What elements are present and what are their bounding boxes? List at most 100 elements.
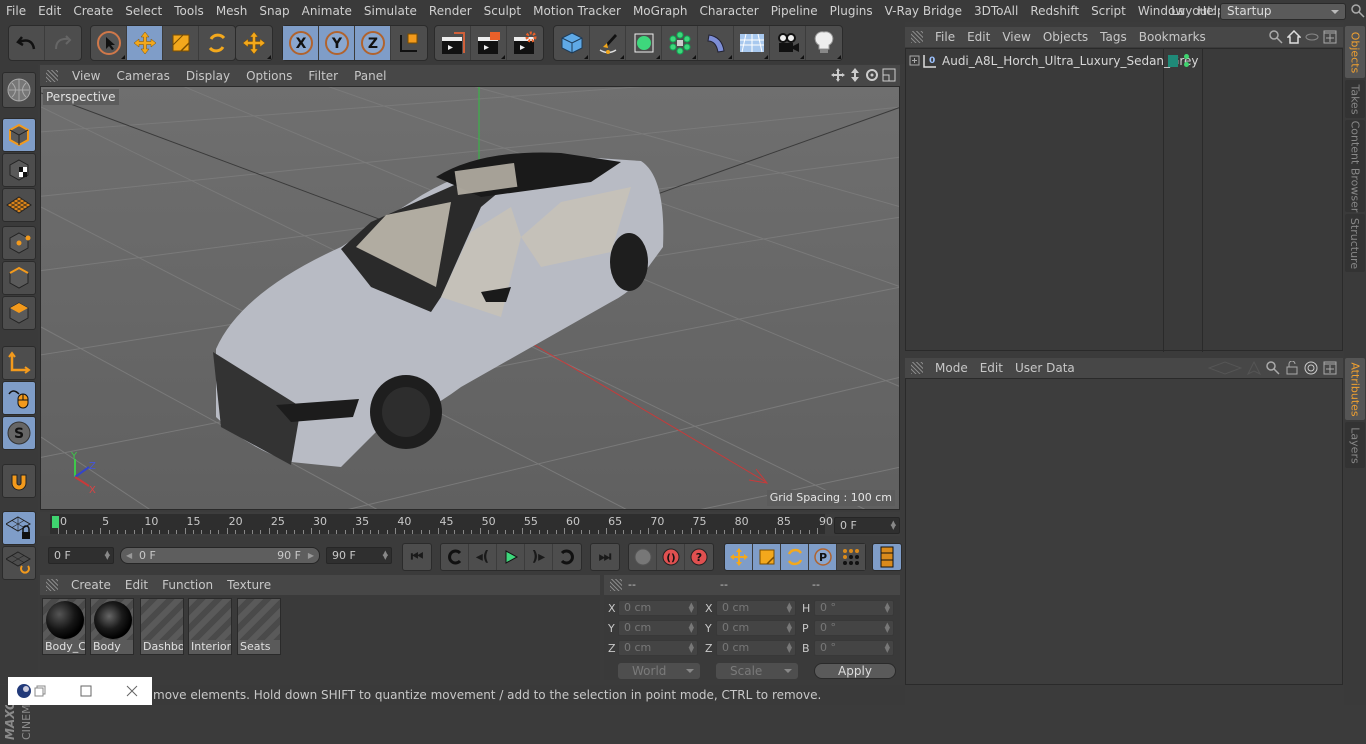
tweak-mode-button[interactable] <box>2 381 36 415</box>
live-selection-button[interactable] <box>91 26 127 60</box>
menu-pipeline[interactable]: Pipeline <box>765 4 824 18</box>
restore-icon[interactable] <box>34 685 46 697</box>
tab-attributes[interactable]: Attributes <box>1345 358 1365 420</box>
layer-color-swatch[interactable] <box>1168 55 1178 67</box>
menu-sculpt[interactable]: Sculpt <box>478 4 527 18</box>
render-visibility-dot[interactable] <box>1184 62 1189 67</box>
autokey-button[interactable]: () <box>657 544 685 570</box>
workplane-align-button[interactable] <box>2 546 36 580</box>
back-icon[interactable] <box>1208 361 1242 375</box>
next-key-button[interactable] <box>553 544 581 570</box>
material-swatch[interactable]: Body <box>90 598 134 655</box>
size-z-field[interactable]: 0 cm ▲ ▼ <box>716 640 796 656</box>
menu-file[interactable]: File <box>0 4 32 18</box>
camera-button[interactable] <box>770 26 806 60</box>
new-panel-icon[interactable] <box>1323 361 1337 375</box>
menu-character[interactable]: Character <box>693 4 764 18</box>
editor-visibility-dot[interactable] <box>1184 54 1189 59</box>
object-menu-file[interactable]: File <box>929 30 961 44</box>
target-icon[interactable] <box>1304 361 1318 375</box>
key-parameter-button[interactable]: P <box>809 544 837 570</box>
tab-objects[interactable]: Objects <box>1345 26 1365 78</box>
scale-tool-button[interactable] <box>163 26 199 60</box>
texture-mode-button[interactable] <box>2 153 36 187</box>
rotation-p-field[interactable]: 0 ° ▲ ▼ <box>814 620 894 636</box>
search-icon[interactable] <box>1266 361 1280 375</box>
goto-start-button[interactable]: ⏮ <box>403 544 431 570</box>
new-panel-icon[interactable] <box>1323 30 1337 44</box>
menu-simulate[interactable]: Simulate <box>358 4 423 18</box>
object-name[interactable]: Audi_A8L_Horch_Ultra_Luxury_Sedan_Grey <box>942 54 1199 68</box>
rotation-h-field[interactable]: 0 ° ▲ ▼ <box>814 600 894 616</box>
move-tool-button[interactable] <box>127 26 163 60</box>
object-menu-view[interactable]: View <box>996 30 1036 44</box>
object-menu-tags[interactable]: Tags <box>1094 30 1133 44</box>
key-scale-button[interactable] <box>753 544 781 570</box>
snap-button[interactable] <box>2 464 36 498</box>
home-icon[interactable] <box>1287 30 1301 44</box>
position-z-field[interactable]: 0 cm ▲ ▼ <box>618 640 698 656</box>
material-swatch[interactable]: Interior <box>188 598 232 655</box>
polygons-mode-button[interactable] <box>2 296 36 330</box>
next-frame-button[interactable]: )▸ <box>525 544 553 570</box>
axis-mode-button[interactable] <box>2 346 36 380</box>
menu-animate[interactable]: Animate <box>296 4 358 18</box>
menu-vray-bridge[interactable]: V-Ray Bridge <box>879 4 968 18</box>
toggle-layout-icon[interactable] <box>882 68 896 82</box>
viewport-menu-panel[interactable]: Panel <box>346 69 394 83</box>
layout-dropdown[interactable]: Startup <box>1220 2 1346 20</box>
end-frame-field[interactable]: 90 F ▲ ▼ <box>326 547 392 564</box>
viewport-menu-options[interactable]: Options <box>238 69 300 83</box>
frame-range-slider[interactable]: 0 F 90 F ◀ ▶ <box>120 547 320 564</box>
start-frame-field[interactable]: 0 F ▲ ▼ <box>48 547 114 564</box>
viewport-menu-view[interactable]: View <box>64 69 108 83</box>
coordinate-system-button[interactable] <box>391 26 427 60</box>
subdivision-button[interactable] <box>626 26 662 60</box>
render-settings-button[interactable] <box>507 26 543 60</box>
up-icon[interactable] <box>1247 361 1261 375</box>
key-rotation-button[interactable] <box>781 544 809 570</box>
tab-takes[interactable]: Takes <box>1345 80 1365 118</box>
material-swatch[interactable]: Seats <box>237 598 281 655</box>
size-y-field[interactable]: 0 cm ▲ ▼ <box>716 620 796 636</box>
position-y-field[interactable]: 0 cm ▲ ▼ <box>618 620 698 636</box>
key-position-button[interactable] <box>725 544 753 570</box>
workplane-mode-button[interactable] <box>2 188 36 222</box>
menu-motion-tracker[interactable]: Motion Tracker <box>527 4 627 18</box>
edges-mode-button[interactable] <box>2 261 36 295</box>
current-frame-field[interactable]: 0 F ▲ ▼ <box>834 517 900 534</box>
goto-end-button[interactable]: ⏭ <box>591 544 619 570</box>
object-tree-item[interactable]: 0 Audi_A8L_Horch_Ultra_Luxury_Sedan_Grey <box>906 51 1342 71</box>
record-keys-button[interactable] <box>629 544 657 570</box>
points-mode-button[interactable] <box>2 226 36 260</box>
rotation-b-field[interactable]: 0 ° ▲ ▼ <box>814 640 894 656</box>
timeline-ruler[interactable]: 0 5 10 15 20 25 30 35 40 45 50 55 60 65 70 75 80 85 90 <box>50 514 833 534</box>
prev-frame-button[interactable]: ◂( <box>469 544 497 570</box>
attribute-menu-user-data[interactable]: User Data <box>1009 361 1081 375</box>
apply-button[interactable]: Apply <box>814 663 896 679</box>
undo-button[interactable] <box>9 26 45 60</box>
material-swatch[interactable]: Dashbo <box>140 598 184 655</box>
light-button[interactable] <box>806 26 842 60</box>
coordinate-mode-dropdown[interactable]: World <box>618 663 700 679</box>
maximize-icon[interactable] <box>80 685 92 697</box>
viewport-menu-display[interactable]: Display <box>178 69 238 83</box>
tab-layers[interactable]: Layers <box>1345 422 1365 468</box>
menu-redshift[interactable]: Redshift <box>1024 4 1085 18</box>
tab-content-browser[interactable]: Content Browser <box>1345 120 1365 212</box>
material-swatch[interactable]: Body_Ca <box>42 598 86 655</box>
position-x-field[interactable]: 0 cm ▲ ▼ <box>618 600 698 616</box>
material-menu-edit[interactable]: Edit <box>118 578 155 592</box>
size-mode-dropdown[interactable]: Scale <box>716 663 798 679</box>
workplane-lock-button[interactable] <box>2 511 36 545</box>
recent-tool-button[interactable] <box>236 26 272 60</box>
size-x-field[interactable]: 0 cm ▲ ▼ <box>716 600 796 616</box>
play-button[interactable] <box>497 544 525 570</box>
menu-snap[interactable]: Snap <box>253 4 295 18</box>
menu-create[interactable]: Create <box>67 4 119 18</box>
pan-view-icon[interactable] <box>831 68 845 82</box>
menu-script[interactable]: Script <box>1085 4 1132 18</box>
menu-mesh[interactable]: Mesh <box>210 4 254 18</box>
pen-spline-button[interactable] <box>590 26 626 60</box>
object-menu-objects[interactable]: Objects <box>1037 30 1094 44</box>
